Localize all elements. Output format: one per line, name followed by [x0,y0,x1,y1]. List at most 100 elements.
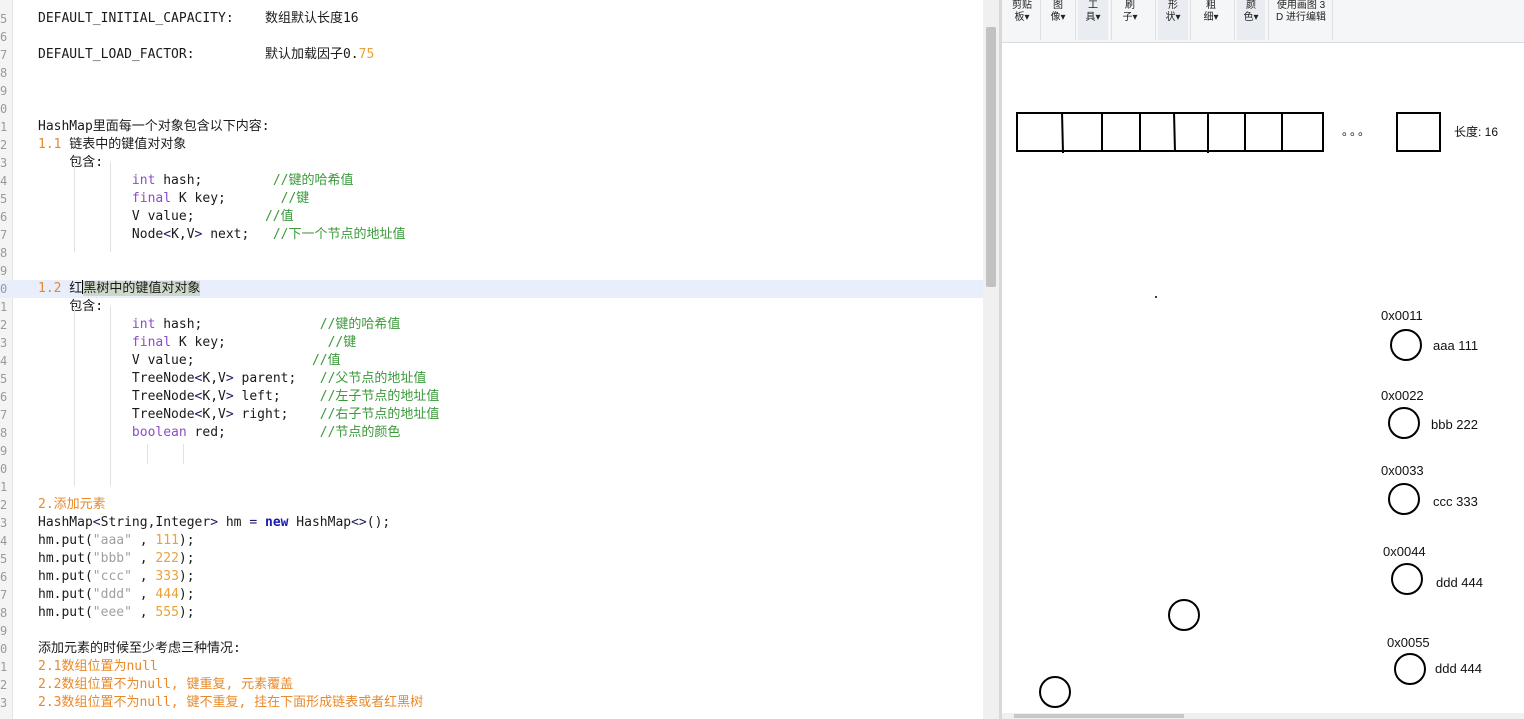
paint-scroll-thumb[interactable] [1014,714,1184,718]
node-circle [1394,653,1426,685]
code-token: red; [186,425,320,440]
brushes-group-button[interactable]: 刷子▾ [1115,0,1145,40]
clipboard-group-button[interactable]: 剪贴 板▾ [1008,0,1036,40]
line-number: 5 [0,552,8,566]
line-code: TreeNode<K,V> left; //左子节点的地址值 [38,388,440,406]
code-line[interactable]: 9 [0,82,983,100]
line-code: HashMap里面每一个对象包含以下内容: [38,118,270,136]
code-token: , [131,533,156,548]
stray-dot [1155,296,1157,298]
code-line[interactable]: 0 1.2 红黑树中的键值对对象 [0,280,983,298]
code-line[interactable]: 3 包含: [0,154,983,172]
code-line[interactable]: 0 [0,100,983,118]
drawing-canvas[interactable]: 。。。 长度: 16 0x0011 aaa 111 0x0022 bbb 222… [1002,43,1524,713]
line-number: 7 [0,228,8,242]
ribbon-separator [1155,0,1156,40]
code-token: > [225,407,234,422]
code-line[interactable]: 8 boolean red; //节点的颜色 [0,424,983,442]
line-number: 1 [0,480,8,494]
editor-vertical-scrollbar[interactable] [983,0,999,719]
colors-group-button[interactable]: 颜色▾ [1237,0,1265,40]
line-code: hm.put("ccc" , 333); [38,568,195,586]
code-line[interactable]: 2 2.2数组位置不为null, 键重复, 元素覆盖 [0,676,983,694]
line-code: hm.put("eee" , 555); [38,604,195,622]
shapes-group-button[interactable]: 形状▾ [1158,0,1188,40]
node-circle [1388,407,1420,439]
code-line[interactable]: 4 V value; //值 [0,352,983,370]
code-token: left; [233,389,320,404]
code-line[interactable]: 7 Node<K,V> next; //下一个节点的地址值 [0,226,983,244]
code-line[interactable]: 6 hm.put("ccc" , 333); [0,568,983,586]
code-line[interactable]: 9 [0,262,983,280]
node-entry: ddd 444 [1435,661,1482,676]
code-token: String,Integer [100,515,211,530]
code-line[interactable]: 8 [0,244,983,262]
line-code: boolean red; //节点的颜色 [38,424,401,442]
code-line[interactable]: 8 hm.put("eee" , 555); [0,604,983,622]
line-number: 8 [0,246,8,260]
code-line[interactable]: 3 HashMap<String,Integer> hm = new HashMa… [0,514,983,532]
node-address: 0x0055 [1387,635,1430,650]
code-token: 444 [155,587,179,602]
code-token: ); [178,551,195,566]
code-token: , [131,587,156,602]
code-line[interactable]: 6 V value; //值 [0,208,983,226]
line-number: 5 [0,372,8,386]
code-comment: //键的哈希值 [272,173,354,188]
code-line[interactable]: 1 包含: [0,298,983,316]
node-address: 0x0044 [1383,544,1426,559]
code-line[interactable]: 1 2.1数组位置为null [0,658,983,676]
code-line[interactable]: 3 2.3数组位置不为null, 键不重复, 挂在下面形成链表或者红黑树 [0,694,983,712]
code-token: 75 [358,47,375,62]
code-line[interactable]: 4 int hash; //键的哈希值 [0,172,983,190]
code-line[interactable]: 2 2.添加元素 [0,496,983,514]
code-line[interactable]: 2 1.1 链表中的键值对对象 [0,136,983,154]
code-comment: //键 [280,191,310,206]
code-line[interactable]: 7 DEFAULT_LOAD_FACTOR: 默认加载因子0.75 [0,46,983,64]
line-code: int hash; //键的哈希值 [38,316,401,334]
edit-with-paint3d-button[interactable]: 使用画图 3D 进行编辑 [1272,0,1330,40]
line-number: 7 [0,48,8,62]
code-token: "bbb" [92,551,132,566]
code-token: right; [233,407,320,422]
code-line[interactable]: 7 hm.put("ddd" , 444); [0,586,983,604]
code-line[interactable]: 3 final K key; //键 [0,334,983,352]
code-line[interactable]: 6 [0,28,983,46]
ribbon-separator [1075,0,1076,40]
tools-group-button[interactable]: 工具▾ [1078,0,1108,40]
code-line[interactable]: 5 hm.put("bbb" , 222); [0,550,983,568]
code-line[interactable]: 8 [0,64,983,82]
paint-horizontal-scrollbar[interactable] [1002,713,1524,719]
editor-scroll-thumb[interactable] [986,27,996,287]
code-token: "aaa" [92,533,132,548]
code-token: next; [202,227,273,242]
code-token: DEFAULT_INITIAL_CAPACITY: 数组默认长度16 [38,11,359,26]
code-comment: //键的哈希值 [319,317,401,332]
code-line[interactable]: 2 int hash; //键的哈希值 [0,316,983,334]
code-token: 2.添加元素 [38,497,106,512]
code-line[interactable]: 5 TreeNode<K,V> parent; //父节点的地址值 [0,370,983,388]
code-line[interactable]: 1 HashMap里面每一个对象包含以下内容: [0,118,983,136]
code-line[interactable]: 9 [0,622,983,640]
node-circle [1039,676,1071,708]
ribbon-separator [1332,0,1333,40]
code-line[interactable]: 1 [0,478,983,496]
size-group-button[interactable]: 粗细▾ [1196,0,1226,40]
code-line[interactable]: 0 添加元素的时候至少考虑三种情况: [0,640,983,658]
node-entry: bbb 222 [1431,417,1478,432]
image-group-button[interactable]: 图像▾ [1044,0,1072,40]
code-line[interactable]: 5 DEFAULT_INITIAL_CAPACITY: 数组默认长度16 [0,10,983,28]
line-number: 8 [0,66,8,80]
line-code: final K key; //键 [38,190,309,208]
code-editor[interactable]: 5 DEFAULT_INITIAL_CAPACITY: 数组默认长度16 6 7 DEF… [0,0,985,719]
code-token: hm.put( [38,551,93,566]
code-token: hm.put( [38,569,93,584]
code-line[interactable]: 6 TreeNode<K,V> left; //左子节点的地址值 [0,388,983,406]
code-token: K key; [171,335,328,350]
code-token: hm.put( [38,533,93,548]
code-line[interactable]: 4 hm.put("aaa" , 111); [0,532,983,550]
code-line[interactable]: 5 final K key; //键 [0,190,983,208]
code-line[interactable]: 7 TreeNode<K,V> right; //右子节点的地址值 [0,406,983,424]
